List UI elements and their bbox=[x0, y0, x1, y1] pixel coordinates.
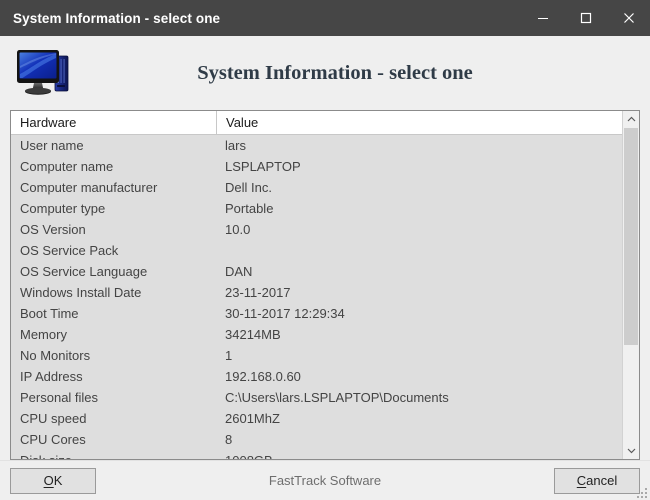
cell-value: lars bbox=[225, 138, 246, 153]
minimize-button[interactable] bbox=[521, 0, 564, 36]
table-row[interactable]: No Monitors 1 bbox=[11, 345, 622, 366]
cell-hardware: Computer manufacturer bbox=[20, 180, 158, 195]
cell-value: LSPLAPTOP bbox=[225, 159, 301, 174]
table-row[interactable]: CPU speed 2601MhZ bbox=[11, 408, 622, 429]
table-row[interactable]: Memory 34214MB bbox=[11, 324, 622, 345]
table-row[interactable]: Disk size1008GB bbox=[11, 450, 622, 459]
table-row[interactable]: Computer type Portable bbox=[11, 198, 622, 219]
chevron-down-icon bbox=[627, 448, 635, 454]
table-row[interactable]: OS Version 10.0 bbox=[11, 219, 622, 240]
cell-value: 1008GB bbox=[216, 450, 622, 459]
dialog-footer: OK FastTrack Software Cancel bbox=[0, 460, 650, 500]
computer-monitor-icon bbox=[17, 50, 69, 95]
table-row[interactable]: Computer name LSPLAPTOP bbox=[11, 156, 622, 177]
cell-hardware: Computer type bbox=[20, 201, 106, 216]
cell-hardware: IP Address bbox=[20, 369, 83, 384]
scroll-down-button[interactable] bbox=[623, 442, 639, 459]
scrollbar-track[interactable] bbox=[623, 128, 639, 442]
system-info-list: Hardware Value User name lars Computer nam… bbox=[10, 110, 640, 460]
table-row[interactable]: CPU Cores 8 bbox=[11, 429, 622, 450]
cell-value: 34214MB bbox=[225, 327, 281, 342]
cell-hardware: Windows Install Date bbox=[20, 285, 142, 300]
table-row[interactable]: Boot Time 30-11-2017 12:29:34 bbox=[11, 303, 622, 324]
cell-hardware: CPU speed bbox=[20, 411, 87, 426]
column-header-value[interactable]: Value bbox=[216, 111, 622, 134]
cell-value: 23-11-2017 bbox=[225, 285, 291, 300]
table-row[interactable]: User name lars bbox=[11, 135, 622, 156]
chevron-up-icon bbox=[627, 116, 635, 122]
cancel-button-label: Cancel bbox=[577, 473, 617, 488]
cell-value: C:\Users\lars.LSPLAPTOP\Documents bbox=[225, 390, 449, 405]
cell-hardware: No Monitors bbox=[20, 348, 91, 363]
scrollbar-thumb[interactable] bbox=[624, 128, 638, 345]
table-row[interactable]: Personal files C:\Users\lars.LSPLAPTOP\Do… bbox=[11, 387, 622, 408]
list-header-row: Hardware Value bbox=[11, 111, 622, 135]
cell-hardware: Memory bbox=[20, 327, 67, 342]
cell-value: 192.168.0.60 bbox=[225, 369, 301, 384]
cell-hardware: User name bbox=[20, 138, 84, 153]
cell-value: 30-11-2017 12:29:34 bbox=[225, 306, 345, 321]
table-row[interactable]: OS Service Language DAN bbox=[11, 261, 622, 282]
dialog-header: System Information - select one bbox=[0, 36, 650, 110]
table-row[interactable]: Windows Install Date 23-11-2017 bbox=[11, 282, 622, 303]
ok-button[interactable]: OK bbox=[10, 467, 96, 494]
cell-hardware: CPU Cores bbox=[20, 432, 86, 447]
cell-value: 2601MhZ bbox=[225, 411, 280, 426]
ok-rest: K bbox=[53, 473, 63, 488]
close-icon bbox=[623, 13, 634, 23]
scroll-up-button[interactable] bbox=[623, 111, 639, 128]
cell-hardware: Personal files bbox=[20, 390, 99, 405]
cell-hardware: Computer name bbox=[20, 159, 114, 174]
cell-value: DAN bbox=[225, 264, 253, 279]
brand-label: FastTrack Software bbox=[268, 473, 382, 488]
table-row[interactable]: IP Address 192.168.0.60 bbox=[11, 366, 622, 387]
resize-grip[interactable] bbox=[634, 485, 647, 498]
cell-value: 1 bbox=[225, 348, 233, 363]
cell-value: 8 bbox=[225, 432, 233, 447]
page-title: System Information - select one bbox=[197, 61, 473, 84]
cell-hardware: OS Service Pack bbox=[20, 243, 119, 258]
table-row[interactable]: OS Service Pack bbox=[11, 240, 622, 261]
cell-hardware: Disk size bbox=[11, 450, 216, 459]
title-bar: System Information - select one bbox=[0, 0, 650, 36]
maximize-icon bbox=[580, 12, 591, 24]
vertical-scrollbar[interactable] bbox=[622, 111, 639, 459]
list-viewport: Hardware Value User name lars Computer nam… bbox=[11, 111, 622, 459]
cell-value: 10.0 bbox=[225, 222, 251, 237]
close-button[interactable] bbox=[607, 0, 650, 36]
window-title: System Information - select one bbox=[13, 10, 221, 26]
cell-hardware: OS Service Language bbox=[20, 264, 148, 279]
cell-hardware: OS Version bbox=[20, 222, 86, 237]
cell-value: Dell Inc. bbox=[225, 180, 272, 195]
cancel-rest: ancel bbox=[586, 473, 618, 488]
ok-button-label: OK bbox=[44, 473, 63, 488]
cancel-mnemonic: C bbox=[576, 473, 587, 488]
cell-hardware: Boot Time bbox=[20, 306, 79, 321]
system-information-dialog: System Information - select one System I… bbox=[0, 0, 650, 500]
ok-mnemonic: O bbox=[43, 473, 54, 488]
list-rows: User name lars Computer name LSPLAPTOP Compu… bbox=[11, 135, 622, 459]
maximize-button[interactable] bbox=[564, 0, 607, 36]
cell-value: Portable bbox=[225, 201, 274, 216]
cancel-button[interactable]: Cancel bbox=[554, 467, 640, 494]
minimize-icon bbox=[537, 18, 548, 19]
column-header-hardware[interactable]: Hardware bbox=[11, 111, 216, 134]
table-row[interactable]: Computer manufacturer Dell Inc. bbox=[11, 177, 622, 198]
